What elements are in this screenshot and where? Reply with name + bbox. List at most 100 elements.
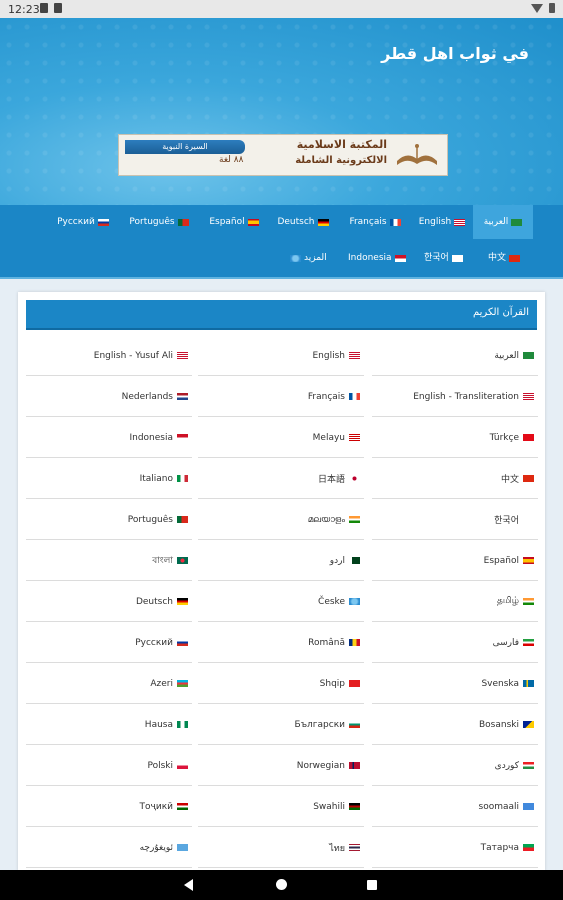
ru-flag-icon — [97, 218, 109, 226]
quran-language-link[interactable]: ไทย — [198, 828, 364, 868]
quran-language-link[interactable]: Nederlands — [26, 377, 192, 417]
language-label: کوردی — [494, 760, 519, 771]
quran-language-link[interactable]: Indonesia — [26, 418, 192, 458]
nav-lang-kr[interactable]: 한국어 — [424, 241, 463, 275]
quran-language-link[interactable]: ئويغۇرچە — [26, 828, 192, 868]
nav-lang-fr[interactable]: Français — [345, 205, 405, 239]
wifi-icon — [531, 3, 543, 13]
nav-lang-cn[interactable]: 中文 — [488, 241, 521, 275]
nav-lang-de[interactable]: Deutsch — [275, 205, 331, 239]
nav-lang-es[interactable]: Español — [206, 205, 262, 239]
al-flag-icon — [349, 680, 360, 687]
nav-lang-label: 한국어 — [424, 253, 449, 263]
nav-lang-us[interactable]: English — [416, 205, 468, 239]
nav-lang-globe[interactable]: المزيد — [290, 241, 327, 275]
quran-language-link[interactable]: Română — [198, 623, 364, 663]
language-label: বাংলা — [152, 556, 173, 566]
language-label: Svenska — [481, 678, 519, 689]
quran-language-link[interactable]: Français — [198, 377, 364, 417]
language-label: Тоҷикӣ — [139, 801, 173, 812]
sa-flag-icon — [511, 218, 523, 226]
fr-flag-icon — [349, 393, 360, 400]
quran-language-link[interactable]: English - Transliteration — [372, 377, 538, 417]
de-flag-icon — [317, 218, 329, 226]
quran-language-link[interactable]: Polski — [26, 746, 192, 786]
back-icon[interactable] — [184, 879, 193, 891]
globe-flag-icon — [349, 598, 360, 605]
tr-flag-icon — [523, 434, 534, 441]
nav-lang-sa[interactable]: العربية — [473, 205, 533, 239]
language-label: Melayu — [312, 432, 345, 443]
quran-language-link[interactable]: Тоҷикӣ — [26, 787, 192, 827]
in-flag-icon — [349, 516, 360, 523]
language-label: soomaali — [478, 801, 520, 812]
language-label: தமிழ் — [497, 596, 519, 606]
language-label: Norwegian — [296, 760, 345, 771]
pk-flag-icon — [349, 557, 360, 564]
quran-language-link[interactable]: Deutsch — [26, 582, 192, 622]
nav-lang-id[interactable]: Indonesia — [348, 241, 406, 275]
nav-lang-label: English — [418, 217, 452, 227]
quran-language-link[interactable]: Norwegian — [198, 746, 364, 786]
quran-language-link[interactable]: Melayu — [198, 418, 364, 458]
nav-lang-label: Español — [209, 217, 245, 227]
recent-apps-icon[interactable] — [367, 880, 377, 890]
quran-language-link[interactable]: বাংলা — [26, 541, 192, 581]
jp-flag-icon — [349, 475, 360, 482]
language-label: English - Transliteration — [413, 391, 519, 402]
library-banner[interactable]: السيرة النبوية المكتبة الاسلامية الالكتر… — [118, 134, 448, 176]
nav-lang-label: المزيد — [304, 253, 327, 263]
language-label: English — [312, 350, 346, 361]
quran-language-link[interactable]: 한국어 — [372, 500, 538, 540]
card-title: القرآن الكريم — [472, 307, 529, 318]
language-label: Polski — [147, 760, 173, 771]
quran-language-link[interactable]: فارسی — [372, 623, 538, 663]
sa-flag-icon — [523, 352, 534, 359]
quran-language-link[interactable]: Italiano — [26, 459, 192, 499]
in-flag-icon — [523, 598, 534, 605]
id-flag-icon — [177, 434, 188, 441]
es-flag-icon — [247, 218, 259, 226]
banner-line1: المكتبة الاسلامية — [296, 138, 387, 151]
quran-language-link[interactable]: Česke — [198, 582, 364, 622]
site-title[interactable]: في ثواب اهل قطر — [381, 44, 529, 63]
quran-language-link[interactable]: العربية — [372, 336, 538, 376]
quran-language-link[interactable]: Swahili — [198, 787, 364, 827]
language-label: ไทย — [329, 843, 345, 854]
so-flag-icon — [523, 803, 534, 810]
language-label: Türkçe — [489, 432, 519, 443]
quran-language-link[interactable]: Svenska — [372, 664, 538, 704]
quran-language-link[interactable]: کوردی — [372, 746, 538, 786]
nav-lang-label: 中文 — [488, 253, 507, 263]
quran-language-link[interactable]: Türkçe — [372, 418, 538, 458]
language-label: Italiano — [139, 473, 173, 484]
home-icon[interactable] — [276, 879, 287, 890]
quran-language-link[interactable]: English - Yusuf Ali — [26, 336, 192, 376]
quran-language-link[interactable]: Azeri — [26, 664, 192, 704]
nav-lang-label: Português — [129, 217, 175, 227]
quran-language-link[interactable]: Shqip — [198, 664, 364, 704]
quran-language-link[interactable]: Bosanski — [372, 705, 538, 745]
quran-language-link[interactable]: English — [198, 336, 364, 376]
quran-language-link[interactable]: Татарча — [372, 828, 538, 868]
quran-language-link[interactable]: 中文 — [372, 459, 538, 499]
language-label: Swahili — [313, 801, 345, 812]
quran-language-link[interactable]: தமிழ் — [372, 582, 538, 622]
language-label: العربية — [494, 350, 519, 361]
bg-flag-icon — [349, 721, 360, 728]
quran-language-link[interactable]: Български — [198, 705, 364, 745]
quran-language-link[interactable]: soomaali — [372, 787, 538, 827]
quran-language-link[interactable]: Português — [26, 500, 192, 540]
quran-language-link[interactable]: Hausa — [26, 705, 192, 745]
banner-lang-count: ٨٨ لغة — [219, 155, 244, 165]
quran-language-link[interactable]: Русский — [26, 623, 192, 663]
quran-language-link[interactable]: اردو — [198, 541, 364, 581]
quran-language-link[interactable]: മലയാളം — [198, 500, 364, 540]
nav-lang-pt[interactable]: Português — [126, 205, 192, 239]
language-label: Azeri — [150, 678, 173, 689]
pl-flag-icon — [177, 762, 188, 769]
nl-flag-icon — [177, 393, 188, 400]
quran-language-link[interactable]: 日本語 — [198, 459, 364, 499]
quran-language-link[interactable]: Español — [372, 541, 538, 581]
nav-lang-ru[interactable]: Русский — [54, 205, 112, 239]
